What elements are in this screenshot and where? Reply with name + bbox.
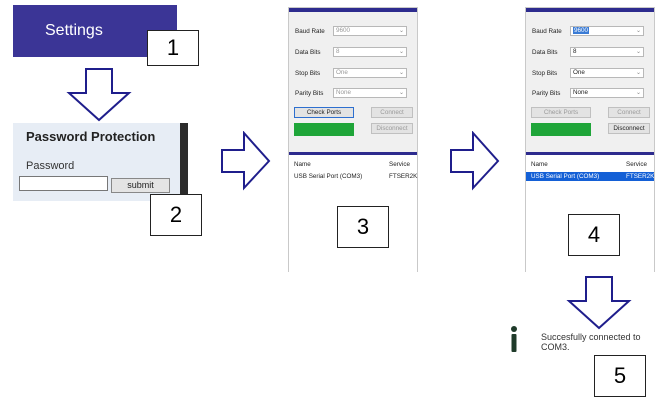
chevron-down-icon: ⌄ [398,28,404,34]
right-arrow-icon [450,131,500,191]
step-4-label: 4 [568,214,620,256]
connect-button[interactable]: Connect [608,107,650,118]
chevron-down-icon: ⌄ [635,49,641,55]
service-column-header: Service [626,161,647,168]
parity-bits-select[interactable]: None ⌄ [570,88,644,98]
disconnect-button[interactable]: Disconnect [371,123,413,134]
right-arrow-icon [221,131,271,191]
data-bits-label: Data Bits [532,49,558,56]
data-bits-select[interactable]: 8 ⌄ [333,47,407,57]
connection-status-indicator [294,123,354,136]
step-5-label: 5 [594,355,646,397]
password-protection-panel: Password Protection Password submit [13,123,188,201]
password-input[interactable] [19,176,108,191]
chevron-down-icon: ⌄ [398,90,404,96]
port-name: USB Serial Port (COM3) [294,173,363,180]
baud-rate-label: Baud Rate [532,28,562,35]
data-bits-value: 8 [336,48,340,55]
chevron-down-icon: ⌄ [398,70,404,76]
port-row[interactable]: USB Serial Port (COM3) FTSER2K [289,172,417,181]
baud-rate-value: 9600 [573,27,590,34]
notification-message: Succesfully connected to COM3. [541,332,641,352]
port-name: USB Serial Port (COM3) [531,173,600,180]
service-column-header: Service [389,161,410,168]
connection-status-indicator [531,123,591,136]
chevron-down-icon: ⌄ [398,49,404,55]
check-ports-button[interactable]: Check Ports [531,107,591,118]
down-arrow-icon [66,68,132,122]
data-bits-label: Data Bits [295,49,321,56]
parity-bits-value: None [336,89,352,96]
parity-bits-select[interactable]: None ⌄ [333,88,407,98]
chevron-down-icon: ⌄ [635,70,641,76]
stop-bits-label: Stop Bits [295,70,321,77]
port-row-selected[interactable]: USB Serial Port (COM3) FTSER2K [526,172,654,181]
stop-bits-label: Stop Bits [532,70,558,77]
step-2-label: 2 [150,194,202,236]
port-service: FTSER2K [389,173,418,180]
baud-rate-value: 9600 [336,27,351,34]
stop-bits-value: One [573,69,585,76]
parity-bits-label: Parity Bits [295,90,324,97]
disconnect-button[interactable]: Disconnect [608,123,650,134]
baud-rate-select[interactable]: 9600 ⌄ [333,26,407,36]
port-service: FTSER2K [626,173,655,180]
parity-bits-value: None [573,89,589,96]
stop-bits-value: One [336,69,348,76]
baud-rate-select[interactable]: 9600 ⌄ [570,26,644,36]
connect-button[interactable]: Connect [371,107,413,118]
chevron-down-icon: ⌄ [635,28,641,34]
chevron-down-icon: ⌄ [635,90,641,96]
panel-title-bar [526,8,654,12]
name-column-header: Name [294,161,311,168]
name-column-header: Name [531,161,548,168]
panel-title-bar [289,8,417,12]
submit-button[interactable]: submit [111,178,170,193]
password-label: Password [26,160,75,172]
parity-bits-label: Parity Bits [532,90,561,97]
stop-bits-select[interactable]: One ⌄ [570,68,644,78]
data-bits-select[interactable]: 8 ⌄ [570,47,644,57]
baud-rate-label: Baud Rate [295,28,325,35]
password-title: Password Protection [26,129,156,144]
settings-label: Settings [45,22,103,39]
info-icon [511,326,517,352]
data-bits-value: 8 [573,48,577,55]
stop-bits-select[interactable]: One ⌄ [333,68,407,78]
down-arrow-icon [566,276,632,330]
step-3-label: 3 [337,206,389,248]
check-ports-button[interactable]: Check Ports [294,107,354,118]
step-1-label: 1 [147,30,199,66]
